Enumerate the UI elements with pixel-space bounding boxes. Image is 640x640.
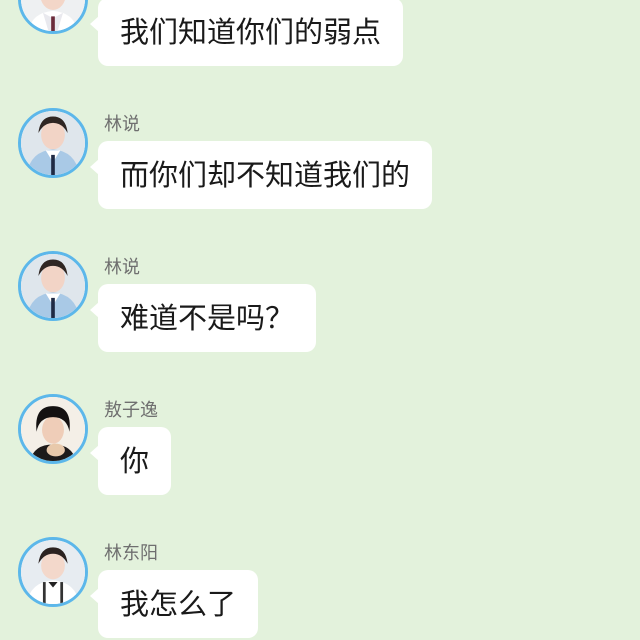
boy-suspenders-avatar-icon[interactable] xyxy=(18,537,88,607)
message-bubble[interactable]: 我们知道你们的弱点 xyxy=(89,0,404,66)
message-text: 我怎么了 xyxy=(120,587,237,621)
boy-school-uniform-avatar-icon[interactable] xyxy=(18,0,88,34)
message-bubble[interactable]: 难道不是吗？ xyxy=(89,284,317,352)
chat-message-list[interactable]: 我们知道你们的弱点 林说 而你们却不知道我们的 林说 难道不是吗？ 敖子逸 你 … xyxy=(0,0,640,640)
message-text: 难道不是吗？ xyxy=(120,301,295,335)
boy-school-uniform-avatar-icon[interactable] xyxy=(18,251,88,321)
sender-name: 敖子逸 xyxy=(104,400,158,421)
sender-name: 林说 xyxy=(104,257,140,278)
dark-hair-boy-avatar-icon[interactable] xyxy=(18,394,88,464)
message-text: 而你们却不知道我们的 xyxy=(120,158,411,192)
message-text: 你 xyxy=(120,444,150,478)
message-bubble[interactable]: 我怎么了 xyxy=(89,570,259,638)
sender-name: 林说 xyxy=(104,114,140,135)
boy-school-uniform-avatar-icon[interactable] xyxy=(18,108,88,178)
message-bubble[interactable]: 而你们却不知道我们的 xyxy=(89,141,433,209)
message-text: 我们知道你们的弱点 xyxy=(120,15,382,49)
message-bubble[interactable]: 你 xyxy=(89,427,172,495)
sender-name: 林东阳 xyxy=(104,543,158,564)
